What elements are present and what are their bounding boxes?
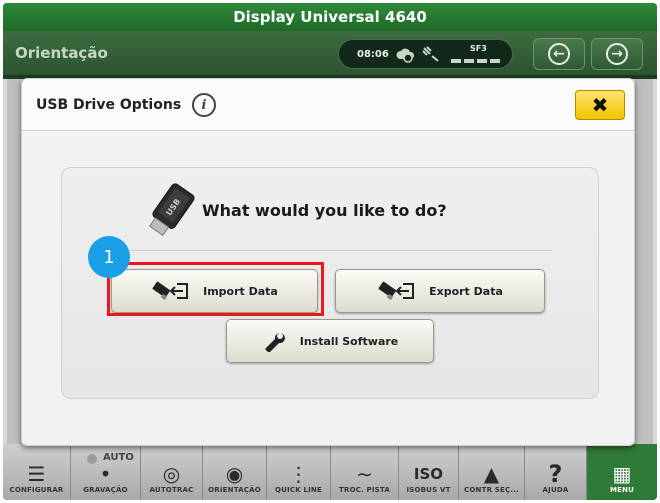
toolbar-label: AUTOTRAC [149, 486, 194, 494]
toolbar-orientacao[interactable]: ◉ ORIENTAÇÃO [203, 444, 267, 500]
signal-label: SF3 [470, 44, 487, 53]
cloud-icon [395, 45, 417, 66]
close-button[interactable]: ✖ [575, 90, 625, 120]
close-icon: ✖ [591, 93, 609, 117]
steering-icon: ◎ [162, 462, 181, 486]
signal-bars-icon [451, 59, 501, 63]
track-shift-icon: ∼ [356, 462, 373, 486]
arrow-left-icon: ← [548, 43, 570, 65]
dialog-header: USB Drive Options i ✖ [22, 79, 634, 131]
divider [122, 250, 552, 251]
usb-drive-icon: USB [144, 180, 200, 244]
bottom-toolbar: ☰ CONFIGURAR AUTO • GRAVAÇÃO ◎ AUTOTRAC … [3, 444, 657, 500]
satellite-icon [421, 45, 441, 66]
dialog-title: USB Drive Options [36, 97, 182, 113]
help-icon: ? [548, 460, 563, 488]
toolbar-label: TROC. PISTA [339, 486, 390, 494]
menu-grid-icon: ▦ [612, 462, 632, 486]
app-header: Orientação 08:06 SF3 ← → [3, 31, 657, 77]
toolbar-quick-line[interactable]: ⋮ QUICK LINE [267, 444, 331, 500]
step-badge: 1 [88, 236, 130, 278]
recording-icon: • [99, 462, 112, 486]
toolbar-label: CONTR SEÇ... [464, 486, 519, 494]
toolbar-label: GRAVAÇÃO [83, 486, 128, 494]
toolbar-ajuda[interactable]: ? AJUDA [525, 444, 587, 500]
toolbar-label: MENU [609, 486, 635, 494]
status-pill[interactable]: 08:06 SF3 [338, 39, 513, 69]
page-title: Orientação [15, 44, 108, 62]
wrench-icon [262, 330, 288, 352]
usb-export-icon [377, 280, 417, 302]
export-data-label: Export Data [429, 284, 503, 298]
install-software-button[interactable]: Install Software [226, 319, 434, 363]
forward-button[interactable]: → [591, 38, 643, 70]
toolbar-autotrac[interactable]: ◎ AUTOTRAC [141, 444, 203, 500]
toolbar-menu[interactable]: ▦ MENU [587, 444, 657, 500]
toolbar-contr-sec[interactable]: ▲ CONTR SEÇ... [459, 444, 525, 500]
toolbar-label: QUICK LINE [275, 486, 322, 494]
arrow-right-icon: → [606, 43, 628, 65]
status-dot [87, 454, 97, 464]
install-software-label: Install Software [299, 334, 399, 348]
toolbar-label: CONFIGURAR [9, 486, 64, 494]
background-column [635, 79, 653, 444]
toolbar-isobus-vt[interactable]: ISO ISOBUS VT [399, 444, 459, 500]
info-icon[interactable]: i [192, 93, 216, 117]
toolbar-configurar[interactable]: ☰ CONFIGURAR [3, 444, 71, 500]
toolbar-label: AJUDA [542, 486, 569, 494]
export-data-button[interactable]: Export Data [335, 269, 545, 313]
back-button[interactable]: ← [533, 38, 585, 70]
toolbar-troc-pista[interactable]: ∼ TROC. PISTA [331, 444, 399, 500]
window-title: Display Universal 4640 [3, 3, 657, 31]
section-control-icon: ▲ [483, 462, 500, 486]
import-highlight-box [107, 262, 324, 316]
toolbar-gravacao[interactable]: AUTO • GRAVAÇÃO [71, 444, 141, 500]
compass-icon: ◉ [225, 462, 244, 486]
line-icon: ⋮ [288, 462, 309, 486]
checklist-icon: ☰ [27, 462, 46, 486]
auto-label: AUTO [103, 452, 134, 463]
toolbar-label: ISOBUS VT [406, 486, 451, 494]
dialog-question: What would you like to do? [202, 201, 447, 220]
clock-time: 08:06 [357, 49, 389, 60]
toolbar-label: ORIENTAÇÃO [208, 486, 261, 494]
iso-icon: ISO [413, 465, 444, 483]
